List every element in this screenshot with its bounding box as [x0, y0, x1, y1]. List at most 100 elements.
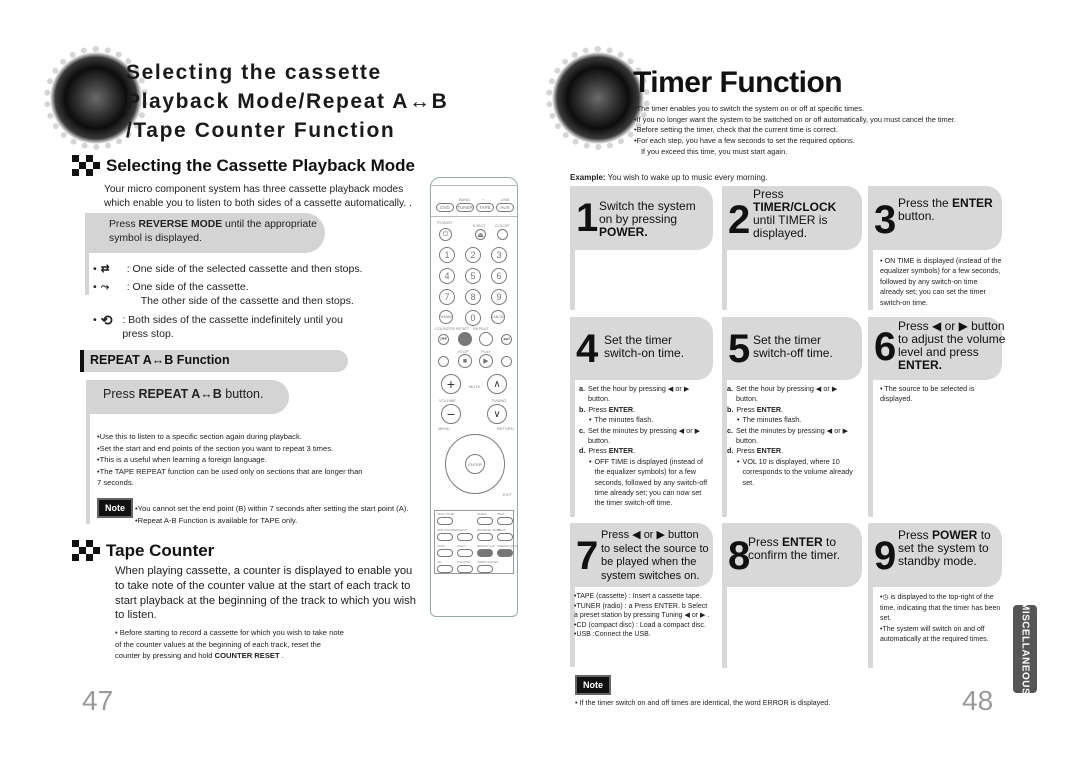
- remote-function-button: [477, 533, 493, 541]
- substep: c. Set the minutes by pressing ◀ or ▶ but…: [579, 425, 701, 446]
- step-text: Set the timer switch-on time.: [604, 333, 685, 360]
- list-item: The timer enables you to switch the syst…: [634, 104, 1014, 115]
- step-1: 1 Switch the system on by pressing POWER…: [570, 186, 715, 310]
- remote-dvd-button: DVD: [436, 203, 454, 212]
- repeat-notes: You cannot set the end point (B) within …: [135, 503, 425, 526]
- timer-note: • If the timer switch on and off times a…: [575, 698, 831, 707]
- list-item: The TAPE REPEAT function can be used onl…: [97, 466, 367, 489]
- step-text: Press the ENTER button.: [898, 196, 993, 223]
- endless-reverse-icon: ⟲: [100, 312, 113, 328]
- timer-intro-continuation: If you exceed this time, you must start …: [641, 147, 788, 156]
- step-number: 6: [874, 325, 896, 369]
- step-text: Set the timer switch-off time.: [753, 333, 833, 360]
- step-substeps: a. Set the hour by pressing ◀ or ▶ button…: [727, 384, 861, 488]
- step-text: Press ◀ or ▶ button to adjust the volume…: [898, 319, 1006, 372]
- remote-control-illustration: BAND ↔ USB DVD TUNER TAPE AUX POWER EJEC…: [430, 177, 518, 617]
- substep: • The minutes flash.: [737, 415, 802, 425]
- step-4: 4 Set the timer switch-on time. a. Set th…: [570, 317, 715, 517]
- list-item: This is a useful when learning a foreign…: [97, 454, 367, 466]
- list-item: CD (compact disc) : Load a compact disc.: [574, 621, 712, 631]
- step-text: Press TIMER/CLOCK until TIMER is display…: [753, 187, 837, 240]
- remote-function-button: [437, 533, 453, 541]
- reverse-mode-instruction: Press REVERSE MODE until the appropriate…: [109, 219, 317, 244]
- step-number: 7: [576, 534, 598, 578]
- section-heading-playback-mode: Selecting the Cassette Playback Mode: [72, 155, 415, 176]
- list-item: Set the start and end points of the sect…: [97, 443, 367, 455]
- remote-key: 0: [465, 310, 481, 326]
- substep: a. Set the hour by pressing ◀ or ▶ button…: [579, 384, 690, 404]
- list-item: TUNER (radio) : a Press ENTER. b Select …: [574, 602, 712, 621]
- remote-enter-button: ENTER: [465, 454, 485, 474]
- remote-key: 2: [465, 247, 481, 263]
- remote-key: 3: [491, 247, 507, 263]
- list-item: For each step, you have a few seconds to…: [634, 136, 1014, 147]
- step-notes: ◷ is displayed to the top-right of the t…: [880, 593, 1005, 646]
- remote-tuning-down: ∨: [487, 404, 507, 424]
- note-badge: Note: [575, 675, 611, 695]
- remote-function-button: [437, 517, 453, 525]
- remote-key: REMAIN: [439, 310, 453, 324]
- list-item: Use this to listen to a specific section…: [97, 431, 367, 443]
- substep: c. Set the minutes by pressing ◀ or ▶ but…: [727, 425, 849, 446]
- list-item: The system will switch on and off automa…: [880, 625, 1005, 646]
- repeat-instruction: Press REPEAT A↔B button.: [103, 387, 264, 401]
- remote-function-button: [457, 565, 473, 573]
- substep: • The minutes flash.: [589, 415, 654, 425]
- remote-aux-button: AUX: [496, 203, 514, 212]
- playback-intro: Your micro component system has three ca…: [104, 184, 412, 209]
- step-5: 5 Set the timer switch-off time. a. Set t…: [722, 317, 867, 517]
- remote-key: 8: [465, 289, 481, 305]
- step-8: 8 Press ENTER to confirm the timer.: [722, 523, 867, 668]
- step-number: 5: [728, 327, 750, 371]
- section-marker-icon: [72, 540, 100, 561]
- source-list: TAPE (cassette) : Insert a cassette tape…: [574, 592, 712, 640]
- step-number: 9: [874, 534, 896, 578]
- step-7: 7 Press ◀ or ▶ button to select the sour…: [570, 523, 715, 673]
- remote-tape-button: TAPE: [476, 203, 494, 212]
- remote-key: 4: [439, 268, 455, 284]
- substep: b. Press ENTER.: [579, 404, 636, 414]
- remote-key: 1: [439, 247, 455, 263]
- remote-function-button: [437, 549, 453, 557]
- substep: • OFF TIME is displayed (instead of the e…: [589, 456, 708, 508]
- tape-counter-note: • Before starting to record a cassette f…: [115, 628, 344, 661]
- mode-item: • ⤳ : One side of the cassette. The other…: [93, 281, 354, 307]
- list-item: Repeat A-B Function is available for TAP…: [135, 515, 425, 527]
- remote-key: 9: [491, 289, 507, 305]
- remote-key: 5: [465, 268, 481, 284]
- mode-item: • ⇄ : One side of the selected cassette …: [93, 263, 363, 275]
- page-number-left: 47: [82, 685, 114, 716]
- repeat-instruction-bar: [86, 414, 90, 524]
- list-item: Before setting the timer, check that the…: [634, 125, 1014, 136]
- step-number: 4: [576, 327, 598, 371]
- section-heading-tape-counter: Tape Counter: [72, 540, 214, 561]
- substep: b. Press ENTER.: [727, 404, 784, 414]
- remote-eject-icon: ⏏: [475, 229, 486, 240]
- remote-tuner-button: TUNER: [456, 203, 474, 212]
- note-badge: Note: [97, 498, 133, 518]
- list-item: ◷ is displayed to the top-right of the t…: [880, 593, 1005, 625]
- misc-side-tab: MISCELLANEOUS: [1013, 602, 1037, 696]
- repeat-heading: REPEAT A↔B Function: [90, 353, 230, 367]
- remote-volume-up: +: [441, 374, 461, 394]
- step-6: 6 Press ◀ or ▶ button to adjust the volu…: [868, 317, 1013, 517]
- section-title: Tape Counter: [106, 540, 215, 560]
- page-title-right: Timer Function: [633, 66, 843, 99]
- step-number: 8: [728, 534, 750, 578]
- example-line: Example: You wish to wake up to music ev…: [570, 173, 768, 182]
- remote-power-icon: ⏻: [439, 228, 452, 241]
- repeat-bullets: Use this to listen to a specific section…: [97, 431, 367, 489]
- substep: d. Press ENTER.: [727, 446, 784, 456]
- step-text: Press POWER to set the system to standby…: [898, 528, 991, 568]
- list-item: If you no longer want the system to be s…: [634, 115, 1014, 126]
- step-note: • ON TIME is displayed (instead of the e…: [880, 256, 1002, 307]
- remote-function-button: [457, 533, 473, 541]
- substep: d. Press ENTER.: [579, 446, 636, 456]
- one-way-reverse-icon: ⤳: [100, 281, 110, 293]
- one-side-icon: ⇄: [100, 263, 110, 275]
- remote-function-button: [437, 565, 453, 573]
- list-item: You cannot set the end point (B) within …: [135, 503, 425, 515]
- remote-tuning-up: ∧: [487, 374, 507, 394]
- section-title: Selecting the Cassette Playback Mode: [106, 155, 415, 175]
- remote-key: CANCEL: [491, 310, 505, 324]
